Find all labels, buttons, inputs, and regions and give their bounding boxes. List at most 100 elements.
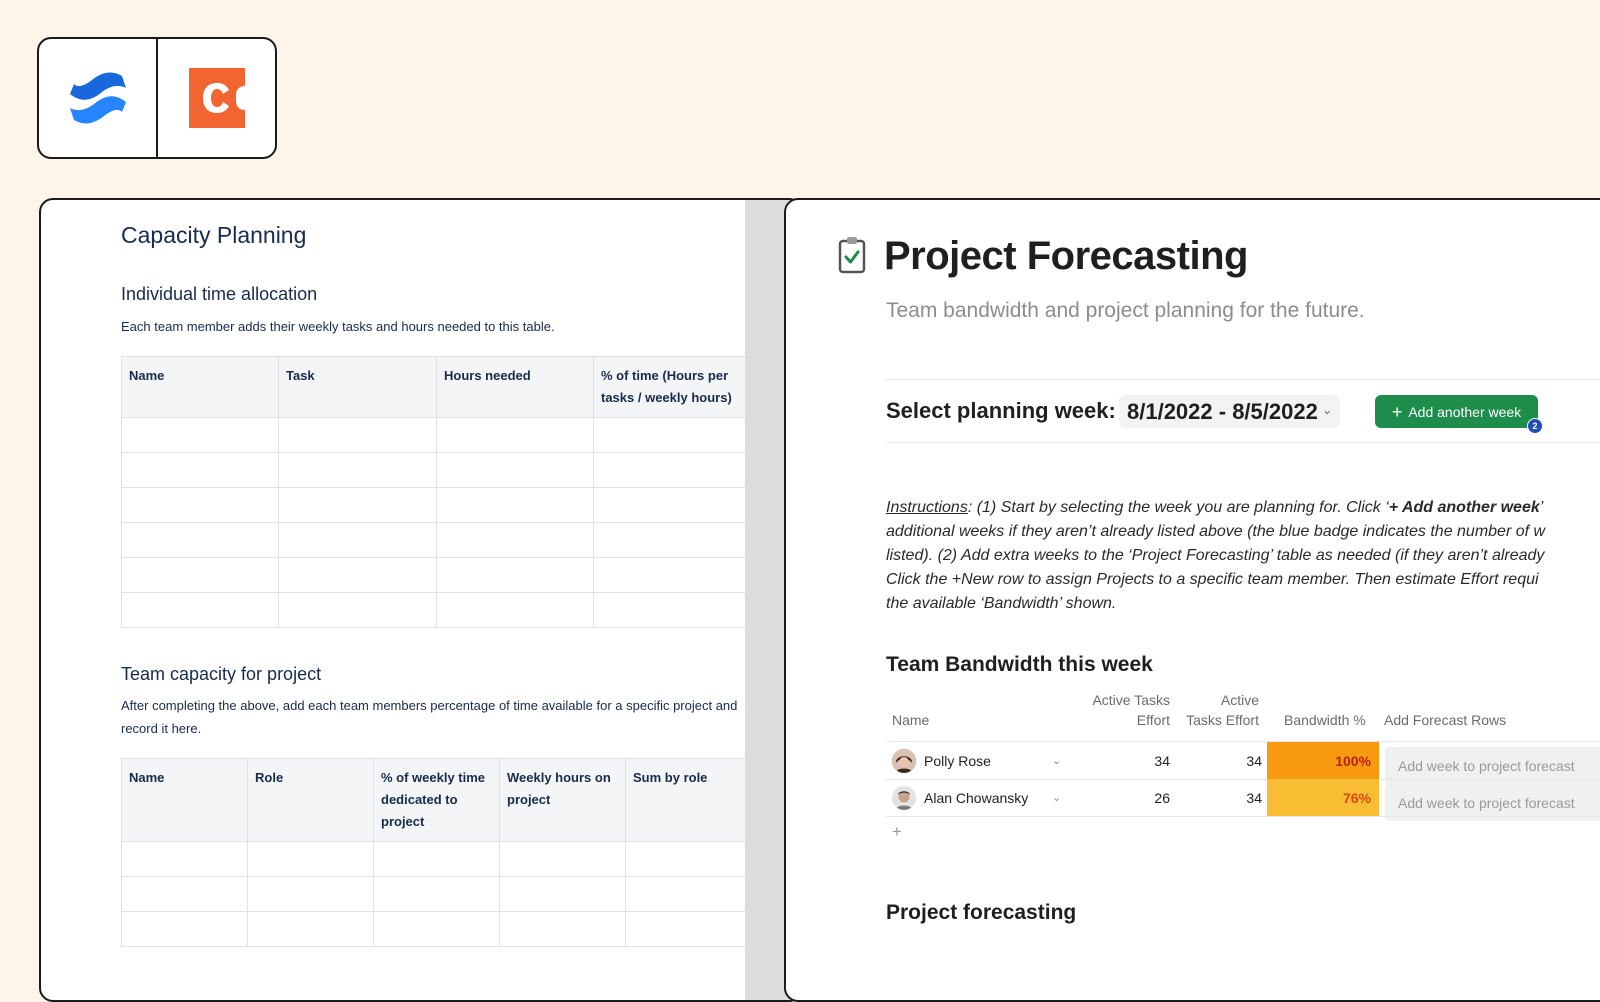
table-cell[interactable] (278, 522, 437, 558)
chevron-down-icon[interactable]: ⌄ (1052, 742, 1061, 779)
table-cell[interactable] (436, 452, 594, 488)
confluence-logo-icon (69, 72, 126, 124)
instructions-bold: + Add another week (1388, 499, 1540, 516)
table-row (121, 417, 752, 453)
instructions-line: additional weeks if they aren’t already … (886, 523, 1546, 540)
table-cell[interactable] (247, 911, 374, 947)
section-description-team-capacity: After completing the above, add each tea… (121, 698, 738, 736)
avatar (892, 742, 916, 779)
table-cell[interactable] (121, 557, 279, 593)
individual-allocation-table: Name Task Hours needed % of time (Hours … (121, 356, 752, 628)
active-effort-value: 34 (1246, 789, 1262, 806)
add-week-label: Add another week (1408, 403, 1522, 420)
column-header-active-effort-2: Tasks Effort (1186, 712, 1259, 728)
column-header-percent: % of time (Hours per tasks / weekly hour… (593, 356, 752, 418)
person-name: Polly Rose (924, 752, 991, 769)
instructions-text: Instructions: (1) Start by selecting the… (886, 496, 1600, 616)
table-cell[interactable] (625, 841, 752, 877)
table-cell[interactable] (436, 557, 594, 593)
bandwidth-table-header: Name Active Tasks Effort Active Tasks Ef… (886, 692, 1600, 736)
doc-subtitle: Team bandwidth and project planning for … (886, 299, 1365, 322)
column-header-role: Role (247, 758, 374, 842)
table-cell[interactable] (373, 911, 500, 947)
week-select[interactable]: 8/1/2022 - 8/5/2022 ⌄ (1119, 395, 1340, 428)
table-cell[interactable] (499, 876, 626, 912)
column-header-weekly-percent: % of weekly time dedicated to project (373, 758, 500, 842)
coda-logo (156, 39, 275, 157)
column-header-active-tasks: Active Tasks (1092, 692, 1170, 708)
table-cell[interactable] (593, 417, 752, 453)
table-cell[interactable] (121, 592, 279, 628)
instructions-line: ’ (1539, 499, 1544, 516)
confluence-page: Capacity Planning Individual time alloca… (39, 198, 803, 1002)
column-header-bandwidth: Bandwidth % (1284, 712, 1366, 728)
table-row (121, 557, 752, 593)
table-row (121, 592, 752, 628)
table-cell[interactable] (593, 487, 752, 523)
divider (886, 379, 1600, 380)
person-name: Alan Chowansky (924, 789, 1029, 806)
table-cell[interactable] (121, 876, 248, 912)
table-cell[interactable] (436, 522, 594, 558)
table-cell[interactable] (625, 876, 752, 912)
bandwidth-heading: Team Bandwidth this week (886, 653, 1153, 676)
table-cell[interactable] (593, 557, 752, 593)
table-cell[interactable] (593, 592, 752, 628)
table-row (121, 452, 752, 488)
column-header-add-forecast: Add Forecast Rows (1384, 712, 1507, 728)
column-header-name: Name (892, 712, 930, 728)
table-cell[interactable] (121, 841, 248, 877)
active-effort-value: 34 (1246, 752, 1262, 769)
table-cell[interactable] (247, 876, 374, 912)
table-cell[interactable] (247, 841, 374, 877)
table-cell[interactable] (121, 487, 279, 523)
instructions-label: Instructions (886, 499, 968, 516)
column-header-name: Name (121, 758, 248, 842)
table-cell[interactable] (121, 452, 279, 488)
table-row: Alan Chowansky ⌄ 26 34 76% Add week to p… (886, 779, 1600, 821)
table-cell[interactable] (593, 522, 752, 558)
table-row (121, 522, 752, 558)
add-another-week-button[interactable]: + Add another week (1375, 395, 1538, 428)
column-header-active-tasks-2: Effort (1136, 712, 1170, 728)
page-title: Capacity Planning (121, 222, 307, 248)
table-cell[interactable] (121, 911, 248, 947)
chevron-down-icon[interactable]: ⌄ (1052, 779, 1061, 816)
section-description-individual: Each team member adds their weekly tasks… (121, 319, 555, 334)
section-heading-individual: Individual time allocation (121, 284, 318, 304)
column-header-task: Task (278, 356, 437, 418)
instructions-line: Click the +New row to assign Projects to… (886, 571, 1539, 588)
table-cell[interactable] (373, 841, 500, 877)
table-cell[interactable] (499, 911, 626, 947)
week-select-value: 8/1/2022 - 8/5/2022 (1127, 398, 1318, 424)
table-cell[interactable] (278, 592, 437, 628)
table-cell[interactable] (436, 592, 594, 628)
instructions-line: : (1) Start by selecting the week you ar… (967, 499, 1389, 516)
coda-doc: Project Forecasting Team bandwidth and p… (784, 198, 1600, 1002)
clipboard-check-icon (838, 236, 866, 279)
logo-box (37, 37, 277, 159)
table-cell[interactable] (436, 417, 594, 453)
chevron-down-icon: ⌄ (1322, 405, 1332, 417)
table-cell[interactable] (121, 417, 279, 453)
week-label: Select planning week: (886, 398, 1116, 423)
active-tasks-value: 34 (1154, 752, 1170, 769)
instructions-line: the available ‘Bandwidth’ shown. (886, 595, 1117, 612)
instructions-line: listed). (2) Add extra weeks to the ‘Pro… (886, 547, 1545, 564)
column-header-weekly-hours: Weekly hours on project (499, 758, 626, 842)
table-cell[interactable] (278, 487, 437, 523)
table-cell[interactable] (373, 876, 500, 912)
table-cell[interactable] (278, 557, 437, 593)
week-count-badge: 2 (1527, 418, 1543, 434)
table-cell[interactable] (278, 452, 437, 488)
table-cell[interactable] (625, 911, 752, 947)
table-cell[interactable] (121, 522, 279, 558)
divider (886, 442, 1600, 443)
table-cell[interactable] (499, 841, 626, 877)
coda-logo-icon (188, 68, 245, 128)
add-row-button[interactable]: + (892, 822, 902, 842)
table-cell[interactable] (436, 487, 594, 523)
team-capacity-table: Name Role % of weekly time dedicated to … (121, 758, 752, 947)
table-cell[interactable] (278, 417, 437, 453)
table-cell[interactable] (593, 452, 752, 488)
